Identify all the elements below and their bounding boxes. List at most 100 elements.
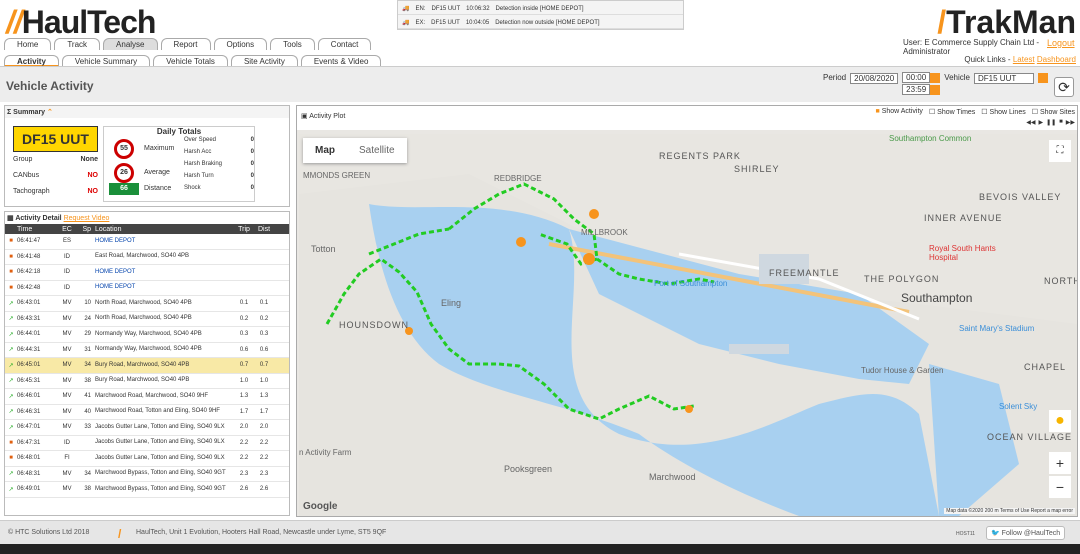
cell-loc: HOME DEPOT — [95, 284, 136, 291]
table-row[interactable]: ↗ 06:44:31 MV 31 Normandy Way, Marchwood, SO… — [5, 343, 289, 358]
cell-dist: 2.3 — [259, 470, 269, 477]
satellite-button[interactable]: Satellite — [347, 138, 407, 163]
rewind-icon[interactable]: ◀◀ — [1026, 119, 1035, 126]
tab-options[interactable]: Options — [213, 38, 268, 50]
cell-sp: 38 — [84, 377, 91, 384]
cell-loc: Jacobs Gutter Lane, Totton and Eling, SO… — [95, 423, 225, 430]
table-row[interactable]: ■ 06:47:31 ID Jacobs Gutter Lane, Totton an… — [5, 436, 289, 451]
time-to-select[interactable]: 23:59 — [902, 84, 931, 96]
map-label: Saint Mary's Stadium — [959, 324, 1035, 333]
cell-loc: Jacobs Gutter Lane, Totton and Eling, SO… — [95, 454, 225, 461]
period-selector: Period 20/08/2020 00:00 23:59 Vehicle DF… — [823, 72, 1048, 96]
show-times-toggle[interactable]: ☐ Show Times — [929, 108, 975, 116]
zoom-out-button[interactable]: − — [1049, 476, 1071, 498]
map-canvas[interactable]: Map Satellite MMONDS GREEN REDBRIDGE MIL… — [299, 134, 1077, 516]
table-row[interactable]: ↗ 06:43:01 MV 10 North Road, Marchwood, SO40… — [5, 296, 289, 312]
cell-trip: 1.0 — [239, 377, 249, 384]
cell-loc: Jacobs Gutter Lane, Totton and Eling, SO… — [95, 439, 225, 446]
table-row[interactable]: ↗ 06:45:31 MV 38 Bury Road, Marchwood, SO40 … — [5, 374, 289, 389]
table-row[interactable]: ↗ 06:46:01 MV 41 Marchwood Road, Marchwood, … — [5, 389, 289, 405]
plot-icon: ▣ — [301, 113, 308, 120]
table-row[interactable]: ■ 06:42:48 ID HOME DEPOT — [5, 281, 289, 296]
moving-arrow-icon: ↗ — [8, 409, 14, 416]
pegman-icon[interactable]: ● — [1049, 410, 1071, 432]
tab-home[interactable]: Home — [4, 38, 52, 50]
tab-track[interactable]: Track — [54, 38, 101, 50]
map-button[interactable]: Map — [303, 138, 347, 163]
zoom-in-button[interactable]: + — [1049, 452, 1071, 474]
map-label: FREEMANTLE — [769, 268, 840, 278]
show-activity-toggle[interactable]: ■ Show Activity — [876, 108, 923, 116]
table-row[interactable]: ↗ 06:47:01 MV 33 Jacobs Gutter Lane, Totton … — [5, 420, 289, 436]
show-lines-toggle[interactable]: ☐ Show Lines — [981, 108, 1025, 116]
moving-arrow-icon: ↗ — [8, 347, 14, 354]
cell-trip: 0.6 — [239, 346, 249, 353]
logout-link[interactable]: Logout — [1047, 38, 1075, 48]
moving-arrow-icon: ↗ — [8, 331, 14, 338]
chevron-down-icon[interactable] — [1038, 73, 1048, 83]
haultech-logo[interactable]: //HaulTech — [6, 4, 156, 41]
fullscreen-icon[interactable]: ⛶ — [1049, 140, 1071, 162]
notification-row[interactable]: 🚚 EN: DF15 UUT 10:06:32 Detection inside [H… — [398, 3, 683, 15]
pause-icon[interactable]: ❚❚ — [1046, 119, 1056, 126]
map-label: Solent Sky — [999, 402, 1038, 411]
map-label: Totton — [311, 244, 336, 254]
date-field[interactable]: 20/08/2020 — [850, 73, 899, 84]
chevron-down-icon[interactable] — [930, 73, 941, 83]
tab-contact[interactable]: Contact — [317, 38, 372, 50]
cell-loc: Bury Road, Marchwood, SO40 4PB — [95, 377, 190, 384]
table-row[interactable]: ↗ 06:49:01 MV 38 Marchwood Bypass, Totton an… — [5, 482, 289, 498]
tab-analyse[interactable]: Analyse — [103, 38, 158, 50]
follow-twitter-button[interactable]: 🐦 Follow @HaulTech — [986, 526, 1066, 540]
request-video-link[interactable]: Request Video — [64, 215, 110, 222]
stop-icon[interactable]: ■ — [1059, 119, 1063, 126]
twitter-icon: 🐦 — [991, 530, 1000, 537]
table-row[interactable]: ↗ 06:43:31 MV 24 North Road, Marchwood, SO40… — [5, 312, 289, 327]
cell-trip: 0.1 — [239, 300, 249, 307]
map-attribution[interactable]: Map data ©2020 200 m Terms of Use Report… — [944, 508, 1075, 514]
vehicle-select[interactable]: DF15 UUT — [974, 73, 1034, 84]
table-row[interactable]: ↗ 06:48:31 MV 34 Marchwood Bypass, Totton an… — [5, 467, 289, 482]
latest-link[interactable]: Latest — [1013, 55, 1035, 64]
table-row[interactable]: ↗ 06:45:01 MV 34 Bury Road, Marchwood, SO40 … — [5, 358, 289, 374]
refresh-button[interactable]: ⟳ — [1054, 77, 1074, 97]
moving-arrow-icon: ↗ — [8, 486, 14, 493]
trakman-logo[interactable]: /TrakMan — [937, 4, 1076, 41]
cell-time: 06:42:48 — [17, 284, 41, 291]
truck-icon: ■ — [9, 238, 13, 245]
tab-tools[interactable]: Tools — [270, 38, 315, 50]
moving-arrow-icon: ↗ — [8, 362, 14, 369]
table-row[interactable]: ■ 06:41:47 ES HOME DEPOT — [5, 234, 289, 250]
truck-icon: ■ — [9, 284, 13, 291]
cell-loc: Normandy Way, Marchwood, SO40 4PB — [95, 330, 202, 337]
show-sites-toggle[interactable]: ☐ Show Sites — [1032, 108, 1075, 116]
map-type-control: Map Satellite — [303, 138, 407, 163]
map-label: OCEAN VILLAGE — [987, 432, 1073, 442]
tab-report[interactable]: Report — [160, 38, 211, 50]
truck-icon: ■ — [9, 455, 13, 462]
summary-header[interactable]: Σ Summary ⌃ — [5, 106, 289, 118]
activity-detail: ▦ Activity Detail Request Video Time EC Sp… — [4, 211, 290, 516]
forward-icon[interactable]: ▶▶ — [1066, 119, 1075, 126]
cell-dist: 0.3 — [259, 331, 269, 338]
play-icon[interactable]: ▶ — [1038, 119, 1043, 126]
dashboard-link[interactable]: Dashboard — [1037, 55, 1076, 64]
chevron-down-icon[interactable] — [930, 85, 941, 95]
taskbar — [0, 544, 1080, 554]
table-row[interactable]: ■ 06:48:01 FI Jacobs Gutter Lane, Totton an… — [5, 451, 289, 467]
collapse-icon[interactable]: ⌃ — [47, 109, 53, 116]
cell-trip: 0.2 — [239, 315, 249, 322]
cell-loc: Marchwood Road, Marchwood, SO40 9HF — [95, 392, 209, 399]
time-from-select[interactable]: 00:00 — [902, 72, 931, 84]
cell-ec: MV — [62, 315, 72, 322]
notification-row[interactable]: 🚚 EX: DF15 UUT 10:04:05 Detection now outsi… — [398, 17, 683, 29]
table-row[interactable]: ■ 06:41:48 ID East Road, Marchwood, SO40 4P… — [5, 250, 289, 265]
table-row[interactable]: ■ 06:42:18 ID HOME DEPOT — [5, 265, 289, 281]
map-label: Southampton — [901, 291, 973, 305]
table-row[interactable]: ↗ 06:44:01 MV 29 Normandy Way, Marchwood, SO… — [5, 327, 289, 343]
cell-ec: MV — [62, 300, 72, 307]
over-speed-row: Over Speed 0 — [184, 137, 254, 143]
map-label: CHAPEL — [1024, 362, 1067, 372]
cell-dist: 2.0 — [259, 424, 269, 431]
table-row[interactable]: ↗ 06:46:31 MV 40 Marchwood Road, Totton and … — [5, 405, 289, 420]
